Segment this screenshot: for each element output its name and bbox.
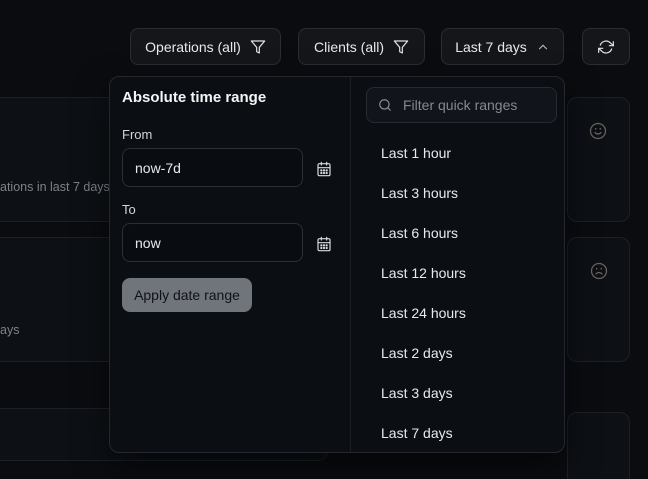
apply-date-range-button[interactable]: Apply date range [122, 278, 252, 312]
to-calendar-icon[interactable] [316, 235, 334, 253]
smiley-happy-icon [589, 122, 607, 140]
metric-card-row3-right [567, 412, 630, 479]
absolute-range-title: Absolute time range [122, 89, 266, 106]
quick-range-option[interactable]: Last 24 hours [358, 293, 557, 333]
clients-filter-button[interactable]: Clients (all) [298, 28, 425, 65]
quick-range-search[interactable] [366, 87, 557, 123]
time-range-dropdown: Absolute time range From To Apply date r… [109, 76, 565, 453]
time-range-label: Last 7 days [455, 39, 527, 55]
quick-range-option[interactable]: Last 3 days [358, 373, 557, 413]
panel-divider [350, 77, 351, 452]
operations-filter-label: Operations (all) [145, 39, 241, 55]
quick-range-option[interactable]: Last 1 hour [358, 133, 557, 173]
search-icon [378, 98, 392, 112]
quick-range-option[interactable]: Last 3 hours [358, 173, 557, 213]
time-range-button[interactable]: Last 7 days [441, 28, 564, 65]
funnel-icon [250, 39, 266, 55]
smiley-sad-icon [590, 262, 608, 280]
quick-range-search-input[interactable] [401, 96, 545, 114]
refresh-button[interactable] [582, 28, 630, 65]
metric-caption-row1: ations in last 7 days [0, 180, 110, 194]
app-window: ations in last 7 days ays Operations (al… [0, 0, 648, 479]
quick-range-option[interactable]: Last 6 hours [358, 213, 557, 253]
quick-range-option[interactable]: Last 7 days [358, 413, 557, 453]
quick-range-option[interactable]: Last 2 days [358, 333, 557, 373]
to-label: To [122, 202, 136, 217]
from-input[interactable] [122, 148, 303, 187]
quick-range-list: Last 1 hour Last 3 hours Last 6 hours La… [358, 133, 557, 453]
from-calendar-icon[interactable] [316, 160, 334, 178]
metric-caption-row2: ays [0, 323, 19, 337]
quick-range-option[interactable]: Last 12 hours [358, 253, 557, 293]
metric-card-row2-right [567, 237, 630, 362]
refresh-icon [598, 39, 614, 55]
from-label: From [122, 127, 152, 142]
metric-card-row1-right [567, 97, 630, 222]
to-input[interactable] [122, 223, 303, 262]
operations-filter-button[interactable]: Operations (all) [130, 28, 281, 65]
clients-filter-label: Clients (all) [314, 39, 384, 55]
funnel-icon [393, 39, 409, 55]
chevron-up-icon [536, 40, 550, 54]
